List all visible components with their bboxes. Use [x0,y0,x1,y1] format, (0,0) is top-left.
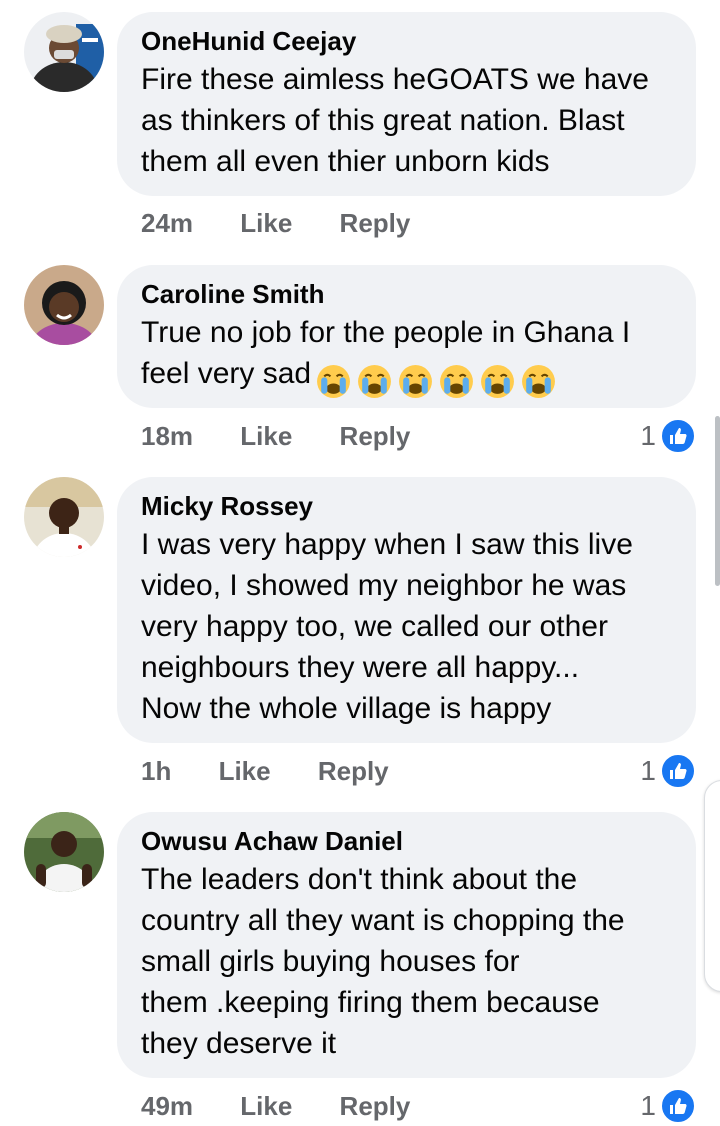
thumbs-up-icon [660,753,696,789]
scrollbar[interactable] [715,416,720,586]
comment-line: feel very sad [141,353,672,400]
reply-button[interactable]: Reply [340,208,411,238]
reaction-count: 1 [640,420,656,451]
avatar[interactable] [24,477,104,557]
comment-bubble: OneHunid Ceejay Fire these aimless heGOA… [117,12,696,196]
thumbs-up-icon [660,418,696,454]
like-button[interactable]: Like [240,208,292,238]
comments-screen: OneHunid Ceejay Fire these aimless heGOA… [0,0,720,1126]
comment-line: The leaders don't think about the [141,863,578,896]
comment-line: video, I showed my neighbor he was [141,569,627,602]
reply-button[interactable]: Reply [340,1091,411,1121]
comment-time[interactable]: 49m [141,1091,193,1121]
comment-text: I was very happy when I saw this live vi… [141,524,672,729]
like-button[interactable]: Like [219,756,271,786]
comment-actions: 18m Like Reply [141,421,410,451]
comment-line: True no job for the people in Ghana I [141,316,631,349]
loudly-crying-face-icon [356,363,393,400]
comment-actions: 1h Like Reply [141,756,389,786]
reaction-summary[interactable]: 1 [640,753,696,789]
comment-time[interactable]: 18m [141,421,193,451]
loudly-crying-face-icon [315,363,352,400]
comment-text: True no job for the people in Ghana I fe… [141,312,672,400]
avatar[interactable] [24,12,104,92]
loudly-crying-face-icon [520,363,557,400]
side-panel-edge [704,780,720,992]
comment-line-text: feel very sad [141,357,312,390]
emoji-group [315,359,561,400]
like-button[interactable]: Like [240,421,292,451]
comment-line: them all even thier unborn kids [141,145,550,178]
comment-line: them .keeping firing them because [141,986,600,1019]
reaction-count: 1 [640,1090,656,1121]
reaction-count: 1 [640,755,656,786]
comment-line: Fire these aimless heGOATS we have [141,63,649,96]
comment-bubble: Owusu Achaw Daniel The leaders don't thi… [117,812,696,1078]
comment-time[interactable]: 24m [141,208,193,238]
comment-actions: 49m Like Reply [141,1091,410,1121]
comment-line: they deserve it [141,1027,337,1060]
loudly-crying-face-icon [397,363,434,400]
comment-author[interactable]: Owusu Achaw Daniel [141,826,672,856]
comment-line: country all they want is chopping the [141,904,625,937]
avatar[interactable] [24,812,104,892]
comment-line: small girls buying houses for [141,945,520,978]
avatar[interactable] [24,265,104,345]
comment-line: Now the whole village is happy [141,692,552,725]
reply-button[interactable]: Reply [318,756,389,786]
comment-bubble: Micky Rossey I was very happy when I saw… [117,477,696,743]
comment-author[interactable]: Caroline Smith [141,279,672,309]
reaction-summary[interactable]: 1 [640,1088,696,1124]
comment-bubble: Caroline Smith True no job for the peopl… [117,265,696,408]
thumbs-up-icon [660,1088,696,1124]
comment-line: I was very happy when I saw this live [141,528,633,561]
loudly-crying-face-icon [438,363,475,400]
reaction-summary[interactable]: 1 [640,418,696,454]
comment-time[interactable]: 1h [141,756,171,786]
comment-line: very happy too, we called our other [141,610,608,643]
comment-actions: 24m Like Reply [141,208,410,238]
comment-line: neighbours they were all happy... [141,651,580,684]
loudly-crying-face-icon [479,363,516,400]
comment-author[interactable]: Micky Rossey [141,491,672,521]
comment-author[interactable]: OneHunid Ceejay [141,26,672,56]
comment-text: The leaders don't think about the countr… [141,859,672,1064]
like-button[interactable]: Like [240,1091,292,1121]
comment-line: as thinkers of this great nation. Blast [141,104,625,137]
reply-button[interactable]: Reply [340,421,411,451]
comment-text: Fire these aimless heGOATS we have as th… [141,59,672,182]
